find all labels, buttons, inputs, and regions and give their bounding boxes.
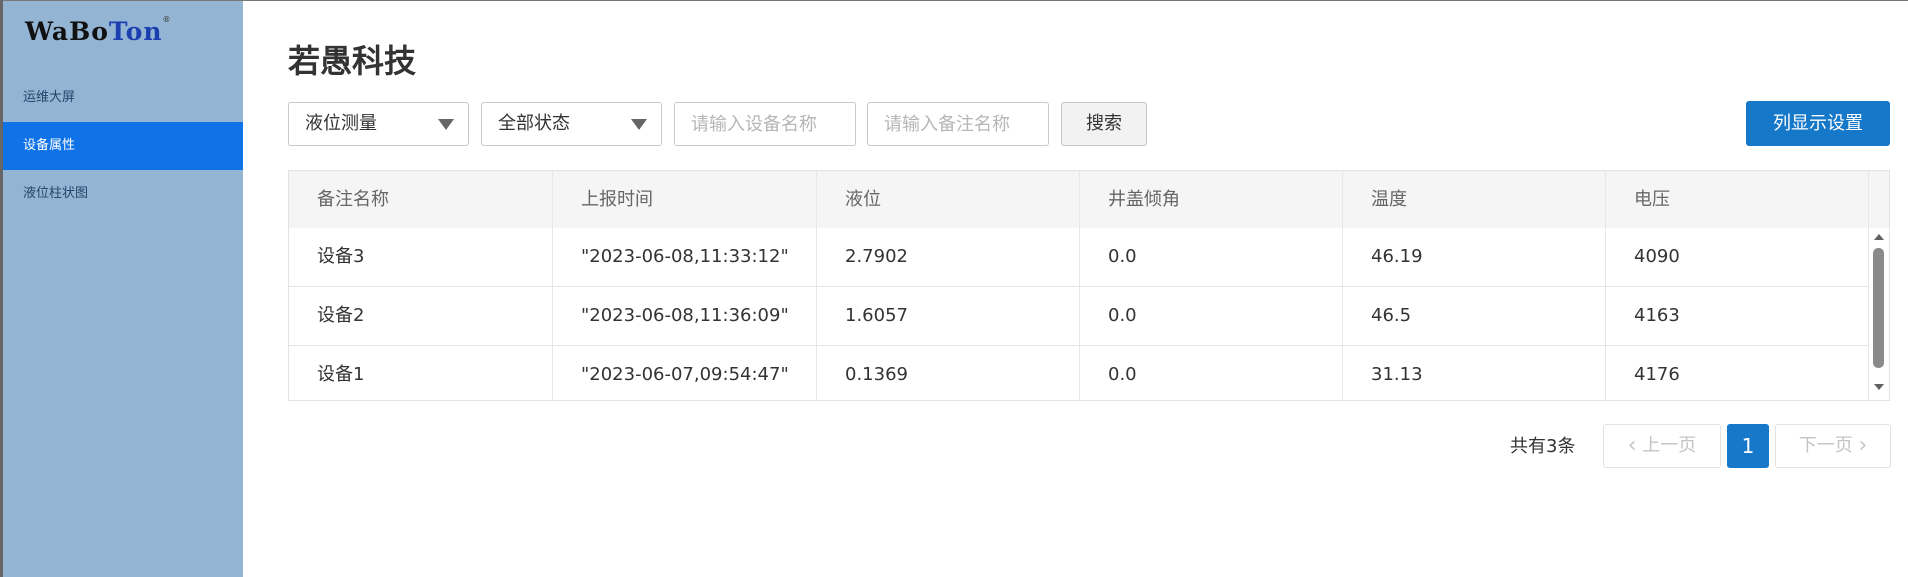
status-select[interactable]: 全部状态 [481, 102, 662, 146]
scroll-up-arrow-icon[interactable] [1874, 234, 1884, 240]
page-number-current[interactable]: 1 [1727, 424, 1769, 468]
column-header-level[interactable]: 液位 [817, 171, 1080, 228]
cell-level: 0.1369 [817, 346, 1080, 400]
top-border [0, 0, 1908, 1]
cell-report-time: "2023-06-07,09:54:47" [553, 346, 817, 400]
type-select[interactable]: 液位测量 [288, 102, 469, 146]
column-header-remark[interactable]: 备注名称 [289, 171, 553, 228]
total-count: 共有3条 [1510, 436, 1576, 457]
logo-part1: WaBo [25, 17, 109, 46]
device-name-input[interactable] [674, 102, 856, 146]
cell-remark: 设备2 [289, 287, 553, 345]
cell-temperature: 46.19 [1343, 228, 1606, 286]
next-page-label: 下一页 [1798, 435, 1853, 456]
table-row[interactable]: 设备2 "2023-06-08,11:36:09" 1.6057 0.0 46.… [289, 287, 1869, 346]
cell-cover-tilt: 0.0 [1080, 346, 1343, 400]
cell-level: 1.6057 [817, 287, 1080, 345]
table-header: 备注名称 上报时间 液位 井盖倾角 温度 电压 [289, 171, 1889, 228]
logo-part2: Ton [108, 17, 163, 46]
sidebar-item-ops-dashboard[interactable]: 运维大屏 [3, 74, 243, 122]
cell-voltage: 4163 [1606, 287, 1869, 345]
remark-name-input[interactable] [867, 102, 1049, 146]
status-select-value: 全部状态 [498, 113, 570, 134]
sidebar-item-label: 液位柱状图 [23, 186, 89, 201]
page-title: 若愚科技 [288, 42, 417, 80]
cell-level: 2.7902 [817, 228, 1080, 286]
cell-report-time: "2023-06-08,11:36:09" [553, 287, 817, 345]
sidebar: WaBoTon® 运维大屏 设备属性 液位柱状图 [3, 1, 243, 577]
device-table: 备注名称 上报时间 液位 井盖倾角 温度 电压 设备3 "2023-06-08,… [288, 170, 1890, 401]
sidebar-item-device-properties[interactable]: 设备属性 [3, 122, 243, 170]
cell-cover-tilt: 0.0 [1080, 228, 1343, 286]
cell-remark: 设备3 [289, 228, 553, 286]
vertical-scrollbar[interactable] [1869, 228, 1889, 400]
column-header-cover-tilt[interactable]: 井盖倾角 [1080, 171, 1343, 228]
search-button[interactable]: 搜索 [1061, 102, 1147, 146]
type-select-value: 液位测量 [305, 113, 377, 134]
table-row[interactable]: 设备1 "2023-06-07,09:54:47" 0.1369 0.0 31.… [289, 346, 1869, 400]
scroll-down-arrow-icon[interactable] [1874, 384, 1884, 390]
sidebar-item-level-bar-chart[interactable]: 液位柱状图 [3, 170, 243, 218]
column-header-temperature[interactable]: 温度 [1343, 171, 1606, 228]
column-settings-button[interactable]: 列显示设置 [1746, 101, 1890, 146]
chevron-left-icon: ‹ [1627, 433, 1637, 458]
app-window: WaBoTon® 运维大屏 设备属性 液位柱状图 若愚科技 液位测量 全部状态 … [0, 0, 1908, 577]
scrollbar-thumb[interactable] [1873, 248, 1884, 368]
prev-page-button[interactable]: ‹ 上一页 [1603, 424, 1721, 468]
chevron-right-icon: › [1858, 433, 1868, 458]
column-header-voltage[interactable]: 电压 [1606, 171, 1869, 228]
cell-report-time: "2023-06-08,11:33:12" [553, 228, 817, 286]
chevron-down-icon [438, 119, 454, 130]
prev-page-label: 上一页 [1642, 435, 1697, 456]
cell-temperature: 46.5 [1343, 287, 1606, 345]
column-header-report-time[interactable]: 上报时间 [553, 171, 817, 228]
cell-cover-tilt: 0.0 [1080, 287, 1343, 345]
next-page-button[interactable]: 下一页 › [1775, 424, 1891, 468]
cell-voltage: 4176 [1606, 346, 1869, 400]
sidebar-item-label: 运维大屏 [23, 90, 76, 105]
table-row[interactable]: 设备3 "2023-06-08,11:33:12" 2.7902 0.0 46.… [289, 228, 1869, 287]
cell-remark: 设备1 [289, 346, 553, 400]
registered-mark: ® [162, 15, 172, 24]
sidebar-item-label: 设备属性 [23, 138, 76, 153]
sidebar-nav: 运维大屏 设备属性 液位柱状图 [3, 74, 243, 218]
chevron-down-icon [631, 119, 647, 130]
cell-temperature: 31.13 [1343, 346, 1606, 400]
table-body: 设备3 "2023-06-08,11:33:12" 2.7902 0.0 46.… [289, 228, 1869, 400]
brand-logo: WaBoTon® [25, 15, 172, 46]
cell-voltage: 4090 [1606, 228, 1869, 286]
